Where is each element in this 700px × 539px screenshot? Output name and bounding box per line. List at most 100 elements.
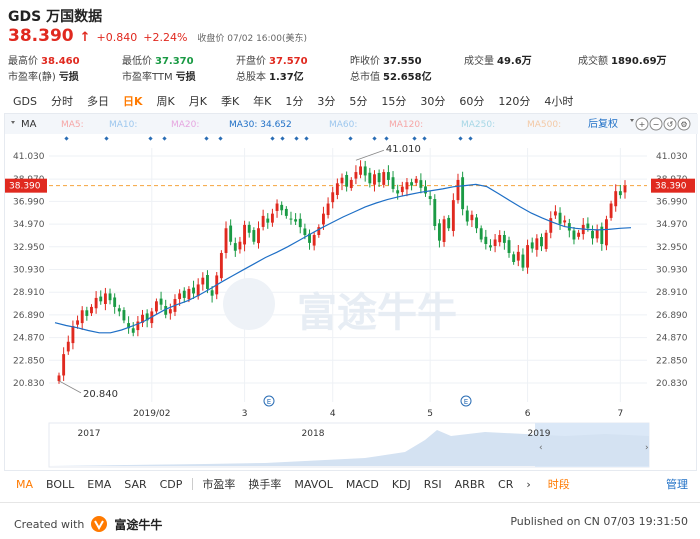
candle-body-29[interactable] [192, 287, 195, 294]
candle-body-31[interactable] [201, 277, 205, 285]
candle-body-58[interactable] [326, 203, 330, 215]
candle-body-14[interactable] [122, 310, 126, 321]
candle-body-60[interactable] [335, 183, 339, 195]
candle-body-43[interactable] [257, 228, 260, 244]
indicator-3[interactable]: SAR [118, 478, 153, 491]
candle-body-98[interactable] [512, 254, 516, 262]
candle-body-71[interactable] [386, 172, 390, 180]
candle-body-62[interactable] [345, 174, 349, 187]
candle-body-45[interactable] [266, 218, 270, 223]
candle-body-104[interactable] [540, 237, 543, 247]
candle-body-41[interactable] [247, 224, 251, 233]
indicator-6[interactable]: 换手率 [242, 476, 288, 492]
event-marker-12[interactable] [384, 136, 389, 141]
candle-body-3[interactable] [71, 326, 75, 344]
candle-body-83[interactable] [442, 219, 446, 242]
candle-body-121[interactable] [618, 191, 622, 196]
candle-body-81[interactable] [433, 199, 437, 227]
event-marker-4[interactable] [204, 136, 209, 141]
tab-11[interactable]: 15分 [374, 93, 413, 109]
candle-body-93[interactable] [489, 245, 492, 248]
event-marker-15[interactable] [458, 136, 463, 141]
candle-body-59[interactable] [331, 192, 335, 203]
candle-body-85[interactable] [451, 200, 455, 231]
event-marker-16[interactable] [468, 136, 473, 141]
navigator-left-handle-icon[interactable]: ‹ [539, 443, 543, 453]
candle-body-103[interactable] [535, 238, 539, 250]
candle-body-22[interactable] [159, 298, 163, 305]
navigator-right-handle-icon[interactable]: › [645, 443, 649, 453]
candle-body-80[interactable] [428, 196, 432, 200]
candle-body-90[interactable] [475, 217, 478, 229]
tab-7[interactable]: 年K [246, 93, 278, 109]
candle-body-53[interactable] [303, 228, 307, 236]
candle-body-70[interactable] [382, 172, 386, 185]
indicator-9[interactable]: KDJ [386, 478, 418, 491]
tab-2[interactable]: 多日 [80, 93, 116, 109]
candle-body-65[interactable] [359, 166, 362, 175]
candle-body-50[interactable] [289, 218, 293, 220]
candle-body-109[interactable] [563, 220, 567, 223]
candle-body-114[interactable] [586, 223, 590, 229]
tab-1[interactable]: 分时 [44, 93, 80, 109]
candle-body-66[interactable] [363, 166, 367, 176]
event-marker-14[interactable] [422, 136, 427, 141]
candle-body-120[interactable] [614, 191, 618, 207]
candle-body-0[interactable] [57, 375, 61, 382]
candle-body-108[interactable] [558, 212, 562, 224]
candle-body-39[interactable] [238, 241, 242, 250]
candle-body-94[interactable] [493, 239, 497, 247]
tab-3[interactable]: 日K [116, 93, 150, 109]
tab-10[interactable]: 5分 [342, 93, 374, 109]
tab-6[interactable]: 季K [214, 93, 246, 109]
tab-4[interactable]: 周K [150, 93, 182, 109]
indicator-12[interactable]: CR [492, 478, 520, 491]
candle-body-97[interactable] [507, 240, 511, 253]
event-marker-2[interactable] [148, 136, 153, 141]
candle-body-6[interactable] [85, 310, 89, 316]
kline-chart[interactable]: MA MA5: MA10: MA20: MA30: 34.652 MA60: MA120: M… [5, 114, 698, 472]
candle-body-26[interactable] [178, 293, 182, 300]
candle-body-89[interactable] [470, 214, 474, 221]
candle-body-10[interactable] [103, 293, 107, 304]
candle-body-7[interactable] [90, 306, 93, 314]
candle-body-72[interactable] [391, 177, 395, 189]
candle-body-107[interactable] [553, 211, 557, 216]
candle-body-16[interactable] [131, 328, 135, 333]
candle-body-92[interactable] [484, 236, 488, 244]
candle-body-111[interactable] [572, 230, 576, 240]
candle-body-40[interactable] [243, 224, 247, 245]
event-marker-3[interactable] [162, 136, 167, 141]
event-marker-7[interactable] [280, 136, 285, 141]
tab-15[interactable]: 4小时 [537, 93, 580, 109]
candle-body-78[interactable] [419, 180, 423, 188]
candle-body-24[interactable] [168, 309, 172, 314]
indicator-7[interactable]: MAVOL [288, 478, 339, 491]
indicator-4[interactable]: CDP [154, 478, 190, 491]
candle-body-67[interactable] [368, 172, 372, 184]
candle-body-2[interactable] [66, 341, 70, 352]
candle-body-100[interactable] [521, 254, 525, 268]
indicator-time-period[interactable]: 时段 [548, 476, 570, 492]
candle-body-75[interactable] [405, 182, 409, 190]
candle-body-5[interactable] [80, 310, 84, 324]
chevron-right-icon[interactable]: › [520, 478, 537, 491]
event-marker-10[interactable] [348, 136, 353, 141]
indicator-8[interactable]: MACD [340, 478, 386, 491]
candle-body-102[interactable] [530, 242, 534, 249]
candle-body-73[interactable] [396, 190, 400, 194]
candle-body-106[interactable] [549, 218, 553, 233]
tab-12[interactable]: 30分 [413, 93, 452, 109]
candle-body-57[interactable] [322, 213, 325, 225]
tab-5[interactable]: 月K [182, 93, 214, 109]
candle-body-51[interactable] [294, 219, 298, 222]
candle-body-63[interactable] [349, 179, 353, 189]
tab-9[interactable]: 3分 [310, 93, 342, 109]
tab-0[interactable]: GDS [6, 95, 44, 108]
candle-body-32[interactable] [206, 275, 209, 289]
event-marker-6[interactable] [270, 136, 275, 141]
candle-body-44[interactable] [261, 215, 265, 227]
candle-body-37[interactable] [229, 225, 233, 242]
candle-body-9[interactable] [99, 296, 103, 302]
candle-body-47[interactable] [275, 203, 279, 211]
